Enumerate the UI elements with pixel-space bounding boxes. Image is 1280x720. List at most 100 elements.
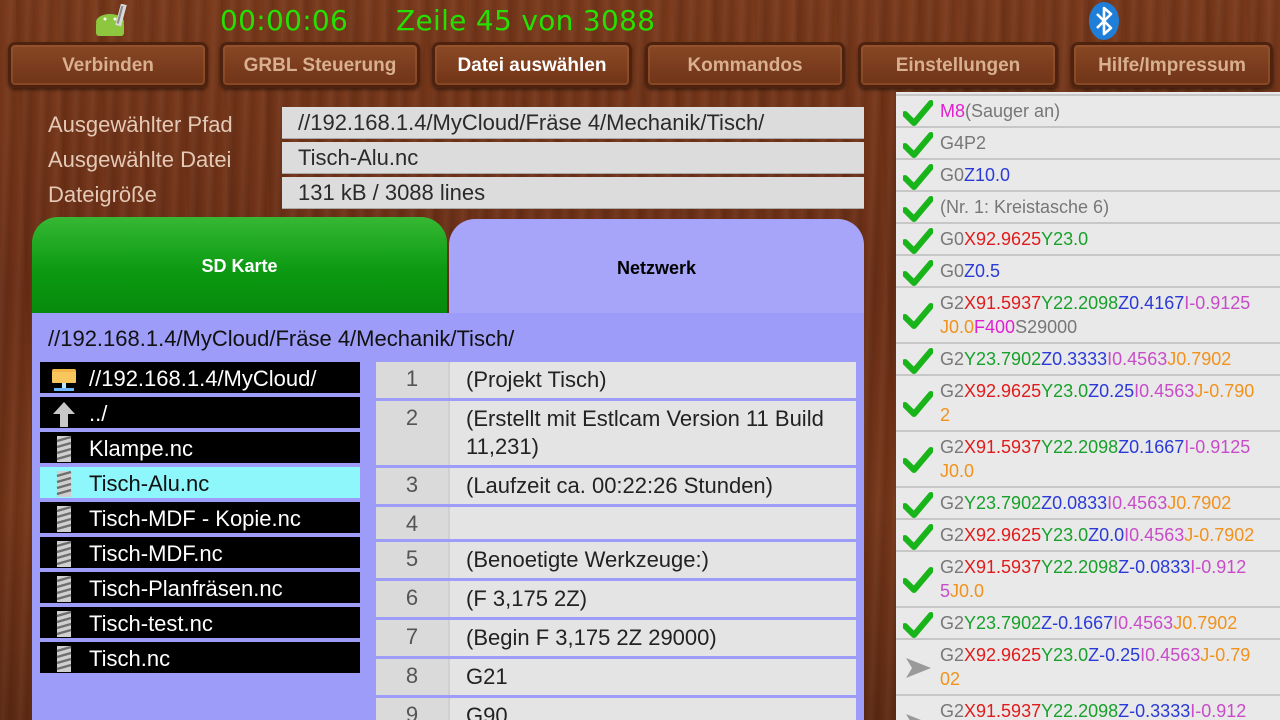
nav-settings-button[interactable]: Einstellungen [858,42,1058,88]
tab-network[interactable]: Netzwerk [449,219,864,316]
gcode-row: 3 (Laufzeit ca. 00:22:26 Stunden) [376,468,856,507]
gcode-token: J0.7902 [1167,349,1232,369]
status-bar: 00:00:06 Zeile 45 von 3088 [0,0,1280,44]
endmill-icon [56,610,72,637]
file-item[interactable]: Tisch-test.nc [40,607,360,640]
gcode-token: 2 [940,405,951,425]
current-network-path: //192.168.1.4/MyCloud/Fräse 4/Mechanik/T… [48,326,515,351]
log-row: G0X92.9625Y23.0 [896,224,1280,256]
file-item-label: ../ [89,401,108,426]
gcode-token: Z-0.25 [1088,645,1141,665]
log-row: G0Z10.0 [896,160,1280,192]
file-item[interactable]: Tisch-MDF.nc [40,537,360,570]
gcode-token: Y23.0 [1041,645,1089,665]
gcode-token: Z10.0 [964,165,1011,185]
checkmark-icon [903,164,933,190]
checkmark-icon [903,524,933,550]
gcode-line-text: G21 [448,659,856,695]
gcode-line-number: 2 [376,401,448,465]
file-item[interactable]: Klampe.nc [40,432,360,465]
checkmark-icon [903,100,933,126]
gcode-token: J-0.790 [1194,381,1255,401]
gcode-row: 1 (Projekt Tisch) [376,362,856,401]
gcode-row: 2 (Erstellt mit Estlcam Version 11 Build… [376,401,856,468]
gcode-line-number: 4 [376,507,448,539]
gcode-row: 5 (Benoetigte Werkzeuge:) [376,542,856,581]
file-item-label: Klampe.nc [89,436,193,461]
gcode-row: 4 [376,507,856,542]
gcode-token: G2 [940,493,965,513]
gcode-token: I0.4563 [1140,645,1201,665]
gcode-token: Z0.1667 [1118,437,1185,457]
log-row: M8(Sauger an) [896,96,1280,128]
nav-connect-button[interactable]: Verbinden [8,42,208,88]
gcode-token: (Nr. 1: Kreistasche 6) [940,197,1110,217]
sent-arrow-icon [906,658,931,678]
gcode-token: G2 [940,557,965,577]
gcode-line-number: 5 [376,542,448,578]
nav-grbl-control-button[interactable]: GRBL Steuerung [220,42,420,88]
command-log[interactable]: M8(Sauger an) G4P2 G0Z10.0 (Nr. 1: Kreistas… [896,92,1280,720]
checkmark-icon [903,612,933,638]
gcode-token: I-0.9125 [1184,293,1251,313]
checkmark-icon [903,303,933,329]
nav-commands-button[interactable]: Kommandos [645,42,845,88]
endmill-icon [56,435,72,462]
gcode-token: F400 [974,317,1016,337]
gcode-token: I-0.912 [1190,557,1247,577]
gcode-token: X92.9625 [964,525,1042,545]
gcode-token: G2 [940,437,965,457]
gcode-token: Y23.7902 [964,613,1042,633]
checkmark-icon [903,196,933,222]
file-item[interactable]: Tisch-Planfräsen.nc [40,572,360,605]
gcode-token: I0.4563 [1113,613,1174,633]
gcode-line-text: (Benoetigte Werkzeuge:) [448,542,856,578]
nav-select-file-button[interactable]: Datei auswählen [432,42,632,88]
gcode-row: 9 G90 [376,698,856,720]
selected-file-value: Tisch-Alu.nc [282,142,864,174]
gcode-token: X91.5937 [964,701,1042,720]
gcode-token: Y23.7902 [964,349,1042,369]
log-row: G2Y23.7902Z-0.1667I0.4563J0.7902 [896,608,1280,640]
gcode-line-number: 3 [376,468,448,504]
gcode-row: 8 G21 [376,659,856,698]
file-item[interactable]: Tisch.nc [40,642,360,675]
checkmark-icon [903,132,933,158]
gcode-token: G0 [940,261,965,281]
gcode-preview-table[interactable]: 1 (Projekt Tisch) 2 (Erstellt mit Estlca… [376,362,856,720]
gcode-token: Y22.2098 [1041,557,1119,577]
log-row: (Nr. 1: Kreistasche 6) [896,192,1280,224]
file-item-network-root[interactable]: //192.168.1.4/MyCloud/ [40,362,360,395]
log-row: G4P2 [896,128,1280,160]
gcode-token: G2 [940,613,965,633]
gcode-token: Z0.5 [964,261,1001,281]
gcode-line-number: 8 [376,659,448,695]
gcode-line-number: 9 [376,698,448,720]
gcode-row: 6 (F 3,175 2Z) [376,581,856,620]
file-item-parent-dir[interactable]: ../ [40,397,360,430]
gcode-token: Z-0.0833 [1118,557,1191,577]
bluetooth-icon[interactable] [1088,1,1120,41]
checkmark-icon [903,492,933,518]
gcode-token: (Sauger an) [965,101,1061,121]
gcode-line-text: (Begin F 3,175 2Z 29000) [448,620,856,656]
file-item-selected[interactable]: Tisch-Alu.nc [40,467,360,500]
gcode-token: S29000 [1015,317,1078,337]
gcode-token: I-0.912 [1190,701,1247,720]
network-folder-icon [52,369,76,391]
file-item-label: Tisch-Alu.nc [89,471,210,496]
log-row: G2X91.5937Y22.2098Z0.1667I-0.9125 J0.0 [896,432,1280,488]
file-item-label: Tisch.nc [89,646,171,671]
gcode-token: I0.4563 [1134,381,1195,401]
gcode-token: X91.5937 [964,437,1042,457]
gcode-token: X92.9625 [964,645,1042,665]
gcode-token: Y23.0 [1041,381,1089,401]
endmill-icon [56,645,72,672]
log-row: G2X91.5937Y22.2098Z-0.0833I-0.912 5J0.0 [896,552,1280,608]
tab-sd-card[interactable]: SD Karte [32,217,447,314]
nav-help-button[interactable]: Hilfe/Impressum [1071,42,1273,88]
gcode-token: I-0.9125 [1184,437,1251,457]
file-item[interactable]: Tisch-MDF - Kopie.nc [40,502,360,535]
gcode-token: G0 [940,229,965,249]
log-row: G2Y23.7902Z0.0833I0.4563J0.7902 [896,488,1280,520]
